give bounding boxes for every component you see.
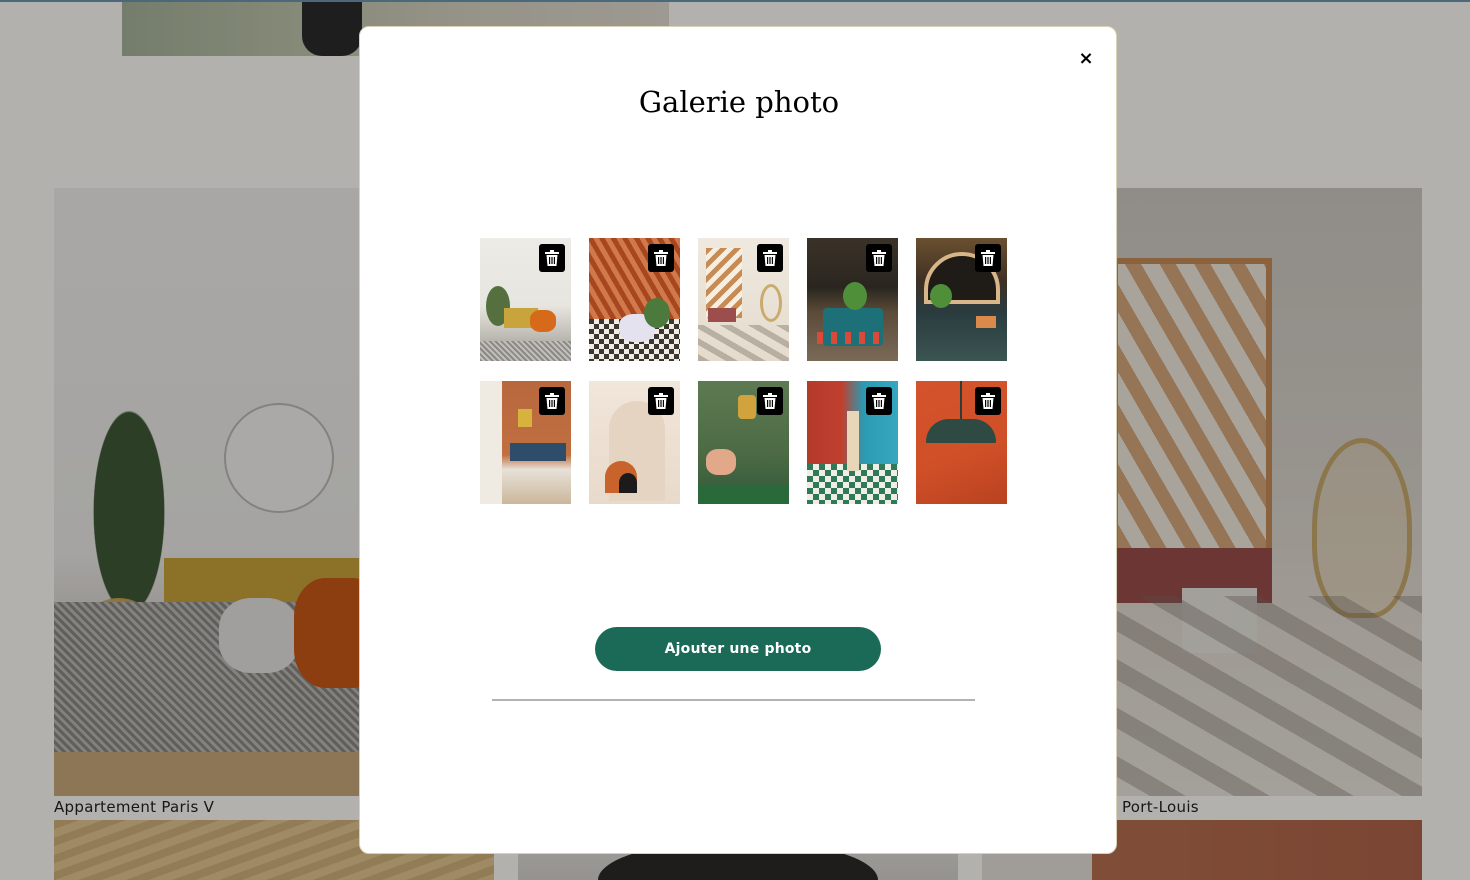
delete-photo-button[interactable] — [648, 387, 674, 415]
trash-icon — [981, 250, 995, 266]
delete-photo-button[interactable] — [757, 387, 783, 415]
gallery-photo — [916, 381, 1007, 504]
delete-photo-button[interactable] — [866, 244, 892, 272]
delete-photo-button[interactable] — [539, 387, 565, 415]
trash-icon — [654, 393, 668, 409]
gallery-photo — [480, 238, 571, 361]
gallery-photo — [589, 238, 680, 361]
close-icon[interactable]: × — [1074, 47, 1098, 71]
gallery-photo — [807, 238, 898, 361]
gallery-photo — [589, 381, 680, 504]
photo-gallery-modal: × Galerie photo Ajouter une photo — [359, 26, 1117, 854]
delete-photo-button[interactable] — [975, 244, 1001, 272]
delete-photo-button[interactable] — [757, 244, 783, 272]
delete-photo-button[interactable] — [975, 387, 1001, 415]
trash-icon — [872, 393, 886, 409]
trash-icon — [872, 250, 886, 266]
gallery-photo — [698, 381, 789, 504]
delete-photo-button[interactable] — [539, 244, 565, 272]
gallery-photo — [916, 238, 1007, 361]
delete-photo-button[interactable] — [648, 244, 674, 272]
modal-divider — [492, 699, 975, 701]
trash-icon — [763, 250, 777, 266]
delete-photo-button[interactable] — [866, 387, 892, 415]
trash-icon — [763, 393, 777, 409]
gallery-photo — [807, 381, 898, 504]
gallery-photo — [698, 238, 789, 361]
trash-icon — [654, 250, 668, 266]
add-photo-button[interactable]: Ajouter une photo — [595, 627, 881, 671]
modal-title: Galerie photo — [638, 85, 840, 119]
trash-icon — [981, 393, 995, 409]
trash-icon — [545, 393, 559, 409]
photo-grid — [480, 238, 1020, 504]
gallery-photo — [480, 381, 571, 504]
trash-icon — [545, 250, 559, 266]
